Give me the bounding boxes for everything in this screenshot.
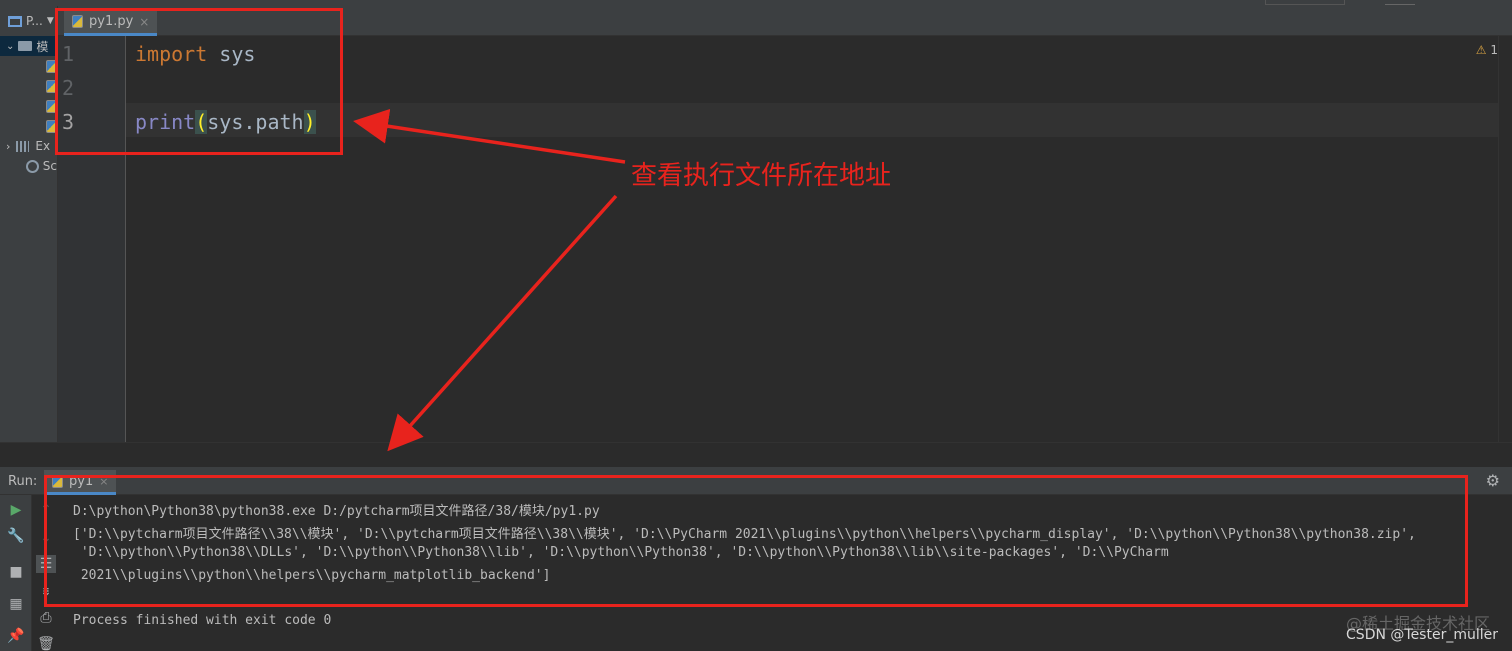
editor-scrollbar[interactable]	[1498, 36, 1512, 442]
tree-item-folder[interactable]: ⌄ 模	[0, 36, 57, 56]
chevron-down-icon[interactable]: ▼	[47, 16, 54, 26]
project-panel-title: P...	[26, 14, 43, 28]
project-icon	[8, 15, 22, 27]
chevron-down-icon[interactable]: ⌄	[6, 41, 14, 52]
annotation-text: 查看执行文件所在地址	[631, 161, 892, 191]
tree-item-label: Sc	[42, 159, 57, 173]
inspection-warnings[interactable]: ⚠ 1	[1476, 43, 1498, 57]
run-label: Run:	[8, 474, 38, 489]
tree-item-file[interactable]	[0, 116, 57, 136]
tree-item-file[interactable]	[0, 56, 57, 76]
rerun-icon[interactable]: ▶	[6, 501, 26, 519]
tree-item-file[interactable]	[0, 96, 57, 116]
annotation-box-console	[44, 475, 1468, 607]
print-icon[interactable]: ⎙	[36, 609, 56, 627]
console-line: Process finished with exit code 0	[73, 613, 332, 628]
annotation-box-code	[55, 8, 343, 155]
layout-icon[interactable]: ▦	[6, 595, 26, 613]
pin-icon[interactable]: 📌	[6, 627, 26, 645]
folder-icon	[18, 41, 33, 51]
toolbar-button[interactable]	[1385, 0, 1415, 5]
trash-icon[interactable]: 🗑	[36, 635, 56, 651]
stop-icon[interactable]: ■	[6, 563, 26, 581]
watermark-csdn: CSDN @Tester_muller	[1346, 627, 1498, 643]
warning-icon: ⚠	[1475, 43, 1487, 57]
tree-item-label: 模	[36, 39, 49, 54]
tree-item-external-libraries[interactable]: › Ex	[0, 136, 57, 156]
run-toolbar: ▶ 🔧 ■ ▦ 📌	[0, 495, 32, 651]
tree-item-file[interactable]	[0, 76, 57, 96]
chevron-right-icon[interactable]: ›	[6, 140, 10, 153]
warning-count: 1	[1490, 43, 1498, 57]
wrench-icon[interactable]: 🔧	[6, 527, 26, 545]
project-panel: P... ▼ ⌄ 模 › Ex Sc	[0, 6, 58, 461]
scratches-icon	[26, 159, 39, 173]
tree-item-scratches[interactable]: Sc	[0, 156, 57, 176]
panel-divider[interactable]	[0, 442, 1512, 467]
gear-icon[interactable]: ⚙	[1486, 471, 1500, 490]
toolbar-button[interactable]	[1265, 0, 1345, 5]
project-panel-header[interactable]: P... ▼	[0, 6, 57, 36]
tree-item-label: Ex	[35, 139, 51, 153]
library-icon	[16, 140, 30, 152]
